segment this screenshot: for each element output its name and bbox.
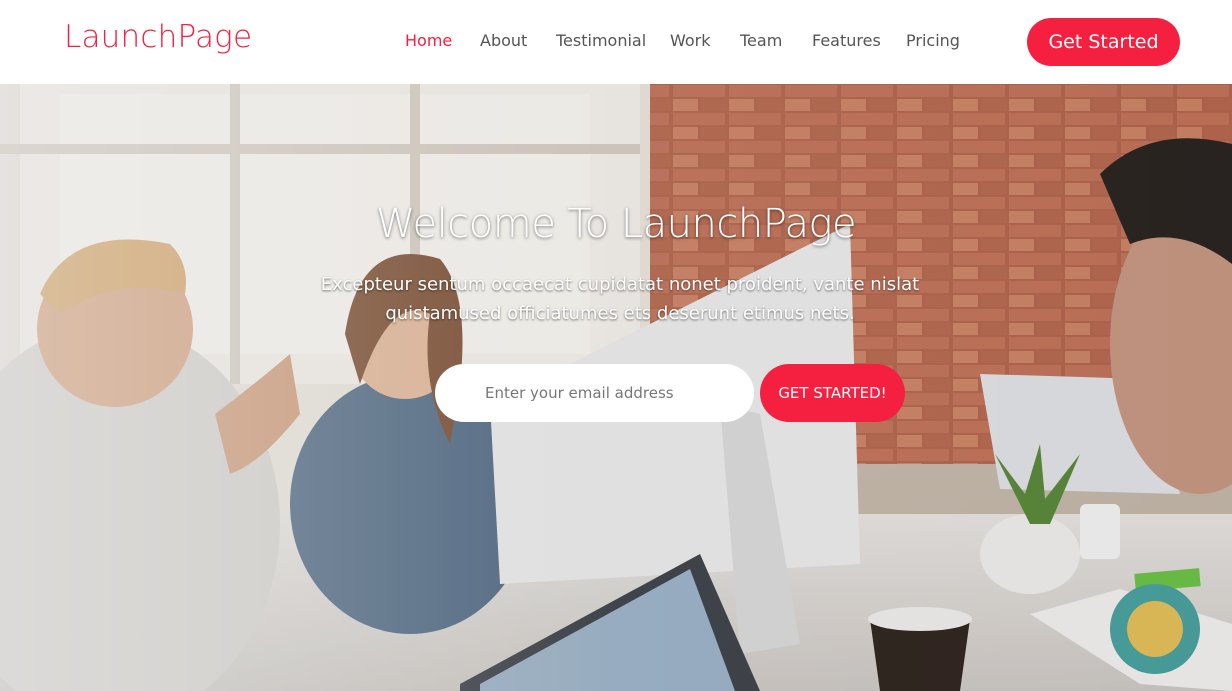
- nav-item-features[interactable]: Features: [812, 31, 881, 50]
- hero-title: Welcome To LaunchPage: [375, 201, 857, 247]
- submit-get-started-button[interactable]: GET STARTED!: [760, 364, 905, 422]
- nav-item-pricing[interactable]: Pricing: [906, 31, 960, 50]
- nav-item-work[interactable]: Work: [670, 31, 711, 50]
- hero-subtitle: Excepteur sentum occaecat cupidatat none…: [320, 274, 920, 324]
- nav-item-about[interactable]: About: [480, 31, 527, 50]
- hero-section: Welcome To LaunchPage Excepteur sentum o…: [0, 84, 1232, 691]
- get-started-button[interactable]: Get Started: [1027, 18, 1180, 66]
- logo[interactable]: LaunchPage: [64, 19, 252, 55]
- email-input[interactable]: [435, 364, 754, 422]
- nav-item-team[interactable]: Team: [740, 31, 782, 50]
- nav-item-home[interactable]: Home: [405, 31, 452, 50]
- site-header: LaunchPage Home About Testimonial Work T…: [0, 0, 1232, 84]
- nav-item-testimonial[interactable]: Testimonial: [556, 31, 646, 50]
